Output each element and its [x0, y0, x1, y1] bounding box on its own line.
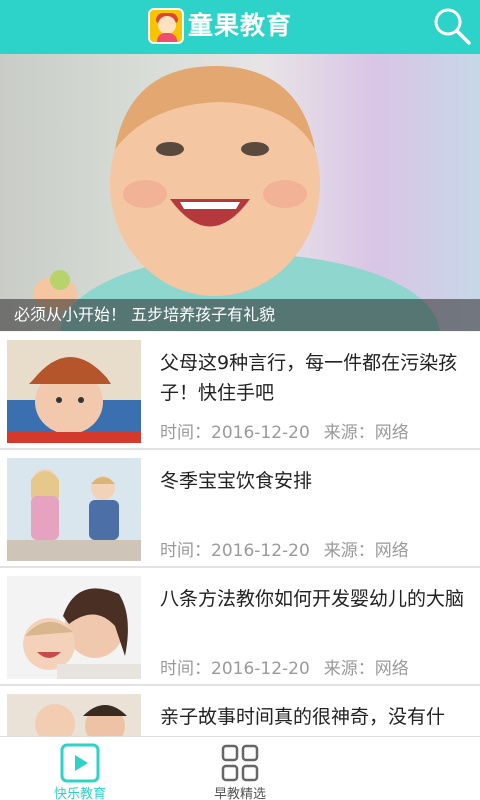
article-meta: 时间：2016-12-20 来源：网络	[160, 536, 423, 561]
article-item[interactable]: 八条方法教你如何开发婴幼儿的大脑 时间：2016-12-20 来源：网络	[0, 568, 480, 686]
article-time: 时间：2016-12-20	[160, 423, 310, 443]
article-thumbnail	[7, 576, 141, 679]
play-icon	[60, 743, 100, 783]
bottom-navigation: 快乐教育 早教精选	[0, 736, 480, 800]
article-list[interactable]: 父母这9种言行，每一件都在污染孩子！快住手吧 时间：2016-12-20 来源：网…	[0, 332, 480, 736]
search-icon	[434, 8, 471, 45]
article-title: 冬季宝宝饮食安排	[160, 470, 313, 492]
article-source: 来源：网络	[323, 659, 409, 679]
article-title: 父母这9种言行，每一件都在污染孩子！快住手吧	[160, 352, 458, 404]
tab-early-education[interactable]: 早教精选	[180, 737, 300, 800]
search-button[interactable]	[432, 6, 472, 46]
article-item[interactable]: 冬季宝宝饮食安排 时间：2016-12-20 来源：网络	[0, 450, 480, 568]
article-meta: 时间：2016-12-20 来源：网络	[160, 654, 423, 679]
article-time: 时间：2016-12-20	[160, 659, 310, 679]
banner-carousel[interactable]: 必须从小开始！ 五步培养孩子有礼貌	[0, 54, 480, 331]
grid-icon	[221, 744, 259, 782]
article-source: 来源：网络	[323, 423, 409, 443]
banner-caption: 必须从小开始！ 五步培养孩子有礼貌	[0, 299, 480, 331]
article-thumbnail	[7, 458, 141, 561]
article-item[interactable]: 父母这9种言行，每一件都在污染孩子！快住手吧 时间：2016-12-20 来源：网…	[0, 332, 480, 450]
tab-label: 快乐教育	[53, 787, 106, 800]
article-thumbnail	[7, 694, 141, 736]
article-title: 亲子故事时间真的很神奇，没有什	[160, 706, 446, 728]
app-title: 童果教育	[188, 11, 293, 40]
article-time: 时间：2016-12-20	[160, 541, 310, 561]
article-item[interactable]: 亲子故事时间真的很神奇，没有什	[0, 686, 480, 736]
tab-happy-education[interactable]: 快乐教育	[20, 737, 140, 800]
article-meta: 时间：2016-12-20 来源：网络	[160, 418, 423, 443]
top-bar: 童果教育	[0, 0, 480, 54]
article-source: 来源：网络	[323, 541, 409, 561]
article-thumbnail	[7, 340, 141, 443]
app-logo-icon	[148, 8, 184, 44]
tab-label: 早教精选	[213, 787, 266, 800]
banner-baby-photo	[33, 65, 440, 331]
article-title: 八条方法教你如何开发婴幼儿的大脑	[160, 588, 465, 610]
